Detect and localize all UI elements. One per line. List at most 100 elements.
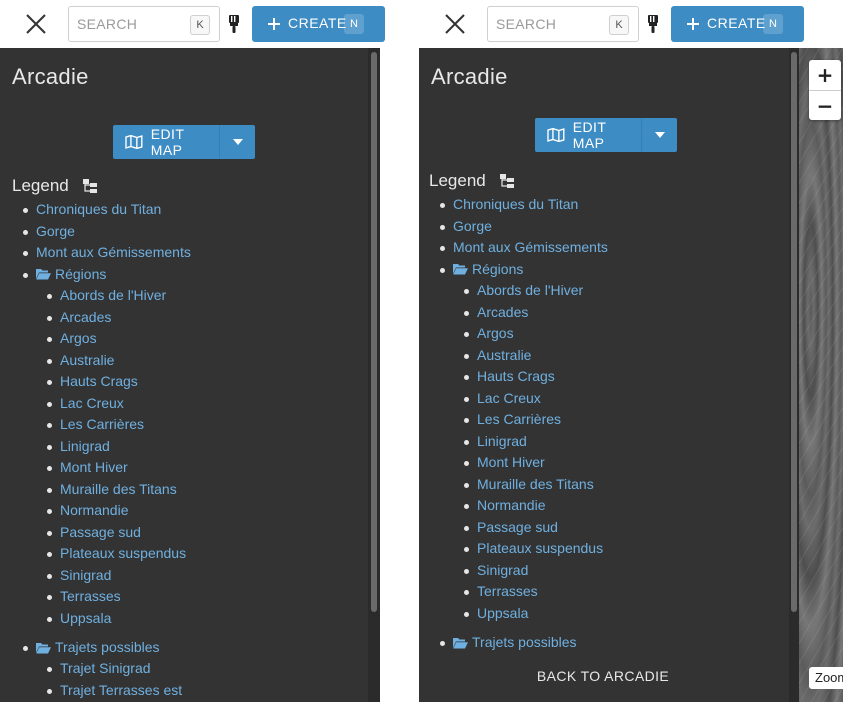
list-item: Arcades	[46, 307, 186, 329]
region-link[interactable]: Hauts Crags	[477, 368, 555, 384]
region-link[interactable]: Mont Hiver	[60, 459, 128, 475]
search-box[interactable]: K	[68, 6, 220, 42]
region-link[interactable]: Linigrad	[60, 438, 110, 454]
zoom-out-button[interactable]: −	[809, 90, 841, 120]
legend-link[interactable]: Gorge	[36, 223, 75, 239]
plus-icon	[268, 18, 280, 30]
region-link[interactable]: Arcades	[477, 304, 528, 320]
map-canvas[interactable]: + − Zoom	[797, 48, 843, 702]
trajet-link[interactable]: Trajet Sinigrad	[60, 660, 151, 676]
list-item: Mont aux Gémissements	[23, 242, 191, 264]
region-link[interactable]: Argos	[477, 325, 514, 341]
search-box[interactable]: K	[487, 6, 639, 42]
close-icon	[445, 14, 465, 34]
folder-trajets[interactable]: Trajets possibles	[36, 637, 160, 659]
region-link[interactable]: Australie	[60, 352, 114, 368]
search-input[interactable]	[77, 15, 185, 33]
region-link[interactable]: Arcades	[60, 309, 111, 325]
region-link[interactable]: Sinigrad	[477, 562, 528, 578]
panel-scrollbar[interactable]	[368, 48, 380, 702]
region-link[interactable]: Les Carrières	[60, 416, 144, 432]
zoom-level-label: Zoom	[809, 667, 843, 689]
legend-link[interactable]: Gorge	[453, 218, 492, 234]
region-link[interactable]: Lac Creux	[477, 390, 541, 406]
region-link[interactable]: Passage sud	[60, 524, 141, 540]
theme-brush-button[interactable]	[228, 15, 240, 33]
top-bar: K CREATE N	[419, 0, 843, 48]
list-item: Hauts Crags	[463, 366, 603, 388]
legend-link[interactable]: Chroniques du Titan	[453, 196, 578, 212]
theme-brush-button[interactable]	[647, 15, 659, 33]
sidebar-panel: Arcadie EDIT MAP Legend Chroniques du Ti…	[419, 48, 799, 702]
region-link[interactable]: Australie	[477, 347, 531, 363]
map-contours	[797, 48, 843, 702]
folder-link[interactable]: Régions	[472, 259, 523, 281]
legend-label: Legend	[12, 176, 69, 195]
region-link[interactable]: Normandie	[477, 497, 545, 513]
edit-map-button[interactable]: EDIT MAP	[535, 118, 641, 152]
region-link[interactable]: Plateaux suspendus	[60, 545, 186, 561]
panel-scrollbar[interactable]	[789, 48, 799, 702]
region-link[interactable]: Abords de l'Hiver	[60, 287, 166, 303]
folder-regions[interactable]: Régions	[453, 259, 523, 281]
create-button[interactable]: CREATE N	[671, 6, 804, 42]
list-item: Terrasses	[463, 581, 603, 603]
folder-regions[interactable]: Régions	[36, 264, 106, 286]
map-strip	[380, 48, 419, 702]
tree-toggle-icon[interactable]	[499, 174, 514, 188]
region-link[interactable]: Normandie	[60, 502, 128, 518]
tree-toggle-icon[interactable]	[82, 179, 97, 193]
region-link[interactable]: Linigrad	[477, 433, 527, 449]
list-item: Abords de l'Hiver	[463, 280, 603, 302]
region-link[interactable]: Abords de l'Hiver	[477, 282, 583, 298]
legend-link[interactable]: Mont aux Gémissements	[36, 244, 191, 260]
right-pane: K CREATE N + − Zoom	[419, 0, 843, 702]
region-link[interactable]: Muraille des Titans	[477, 476, 594, 492]
create-label: CREATE	[288, 15, 347, 31]
region-link[interactable]: Uppsala	[60, 610, 111, 626]
list-item: Australie	[46, 350, 186, 372]
legend-link[interactable]: Mont aux Gémissements	[453, 239, 608, 255]
folder-link[interactable]: Trajets possibles	[55, 637, 160, 659]
close-button[interactable]	[22, 10, 50, 38]
region-link[interactable]: Hauts Crags	[60, 373, 138, 389]
zoom-in-button[interactable]: +	[809, 60, 841, 90]
map-icon	[125, 135, 143, 149]
region-link[interactable]: Lac Creux	[60, 395, 124, 411]
region-link[interactable]: Terrasses	[60, 588, 121, 604]
region-link[interactable]: Mont Hiver	[477, 454, 545, 470]
region-link[interactable]: Argos	[60, 330, 97, 346]
scrollbar-thumb[interactable]	[371, 52, 377, 612]
close-button[interactable]	[441, 10, 469, 38]
map-icon	[547, 128, 565, 142]
region-link[interactable]: Uppsala	[477, 605, 528, 621]
folder-open-icon	[36, 269, 51, 280]
list-item: Uppsala	[463, 603, 603, 625]
folder-link[interactable]: Régions	[55, 264, 106, 286]
list-item: Argos	[463, 323, 603, 345]
list-item: Mont Hiver	[463, 452, 603, 474]
region-link[interactable]: Terrasses	[477, 583, 538, 599]
edit-map-dropdown[interactable]	[219, 125, 255, 159]
region-link[interactable]: Muraille des Titans	[60, 481, 177, 497]
region-link[interactable]: Les Carrières	[477, 411, 561, 427]
legend-link[interactable]: Chroniques du Titan	[36, 201, 161, 217]
regions-list: Abords de l'Hiver Arcades Argos Australi…	[463, 280, 603, 625]
edit-map-dropdown[interactable]	[641, 118, 677, 152]
zoom-control: + −	[809, 60, 841, 120]
trajet-link[interactable]: Trajet Terrasses est	[60, 682, 182, 698]
region-link[interactable]: Passage sud	[477, 519, 558, 535]
region-link[interactable]: Plateaux suspendus	[477, 540, 603, 556]
folder-trajets[interactable]: Trajets possibles	[453, 632, 577, 654]
edit-map-button[interactable]: EDIT MAP	[113, 125, 219, 159]
search-input[interactable]	[496, 15, 604, 33]
folder-open-icon	[453, 264, 468, 275]
folder-link[interactable]: Trajets possibles	[472, 632, 577, 654]
region-link[interactable]: Sinigrad	[60, 567, 111, 583]
back-link[interactable]: BACK TO ARCADIE	[419, 668, 787, 684]
legend-label: Legend	[429, 171, 486, 190]
scrollbar-thumb[interactable]	[791, 52, 797, 612]
edit-map-label: EDIT MAP	[572, 119, 607, 151]
trajets-tree: Trajets possibles	[23, 637, 160, 659]
create-button[interactable]: CREATE N	[252, 6, 385, 42]
